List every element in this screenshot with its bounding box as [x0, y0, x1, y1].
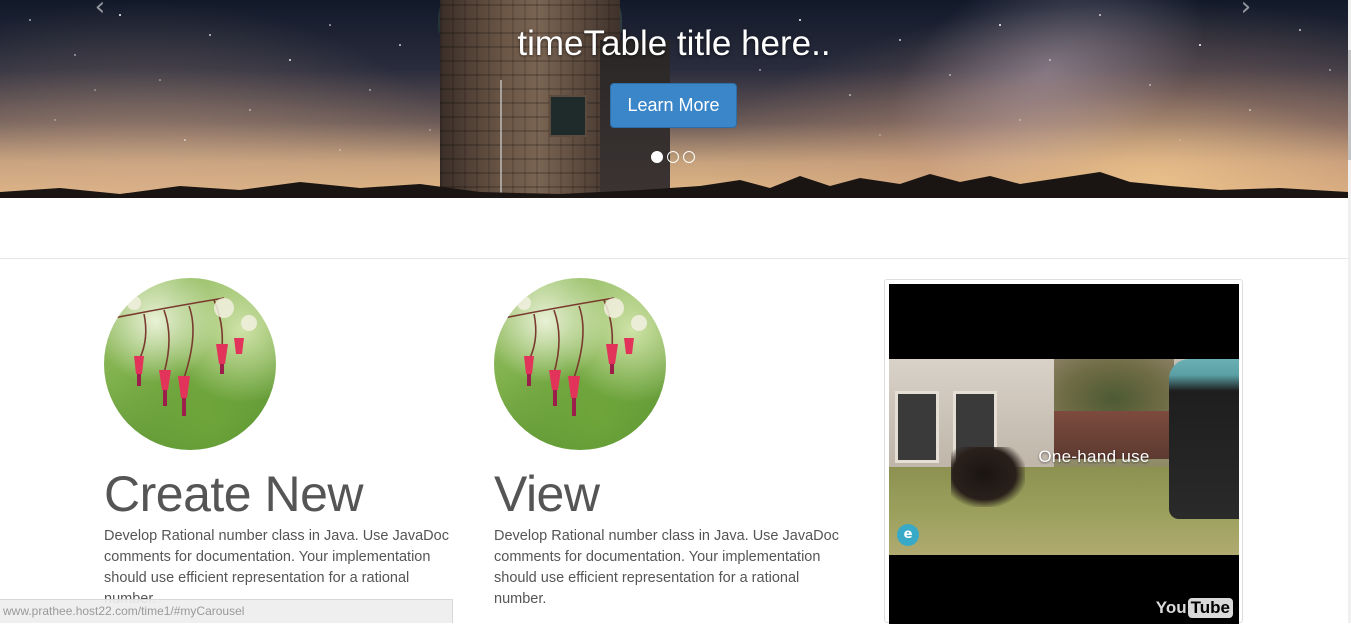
- youtube-logo-tube: Tube: [1187, 598, 1233, 618]
- view-description: Develop Rational number class in Java. U…: [494, 528, 839, 607]
- carousel-indicator-3[interactable]: [683, 151, 695, 163]
- view-column: View Develop Rational number class in Ja…: [494, 278, 854, 610]
- view-heading: View: [494, 466, 600, 522]
- carousel-caption: timeTable title here..: [0, 24, 1348, 64]
- channel-logo-icon[interactable]: e: [897, 524, 919, 546]
- carousel-indicator-2[interactable]: [667, 151, 679, 163]
- carousel-title: timeTable title here..: [517, 24, 831, 63]
- fuchsia-flower-thumbnail: [104, 278, 276, 450]
- learn-more-button[interactable]: Learn More: [610, 83, 737, 128]
- flower-illustration: [503, 296, 647, 416]
- tower-window: [549, 95, 587, 137]
- fuchsia-flower-thumbnail: [494, 278, 666, 450]
- hero-carousel: ‹ › timeTable title here.. Learn More: [0, 0, 1348, 198]
- treeline-silhouette: [0, 172, 1348, 198]
- create-new-column: Create New Develop Rational number class…: [104, 278, 464, 610]
- video-overlay-caption: One-hand use: [1038, 447, 1150, 466]
- video-embed-frame: One-hand use e You Tube: [884, 279, 1243, 624]
- carousel-prev-control[interactable]: ‹: [88, 0, 112, 22]
- chevron-left-icon: ‹: [94, 0, 106, 22]
- browser-status-bar: www.prathee.host22.com/time1/#myCarousel: [0, 599, 453, 623]
- section-divider: [0, 258, 1348, 259]
- youtube-logo-icon[interactable]: You Tube: [1156, 598, 1233, 618]
- youtube-video-player[interactable]: One-hand use e You Tube: [889, 284, 1239, 624]
- carousel-next-control[interactable]: ›: [1234, 0, 1258, 22]
- chevron-right-icon: ›: [1240, 0, 1252, 22]
- youtube-logo-you: You: [1155, 598, 1187, 617]
- create-new-heading: Create New: [104, 466, 364, 522]
- video-person: [1169, 359, 1239, 519]
- carousel-indicators: [651, 151, 695, 163]
- video-thumbnail-scene: One-hand use e: [889, 359, 1239, 555]
- carousel-indicator-1[interactable]: [651, 151, 663, 163]
- create-new-description: Develop Rational number class in Java. U…: [104, 528, 449, 607]
- flower-illustration: [113, 296, 257, 416]
